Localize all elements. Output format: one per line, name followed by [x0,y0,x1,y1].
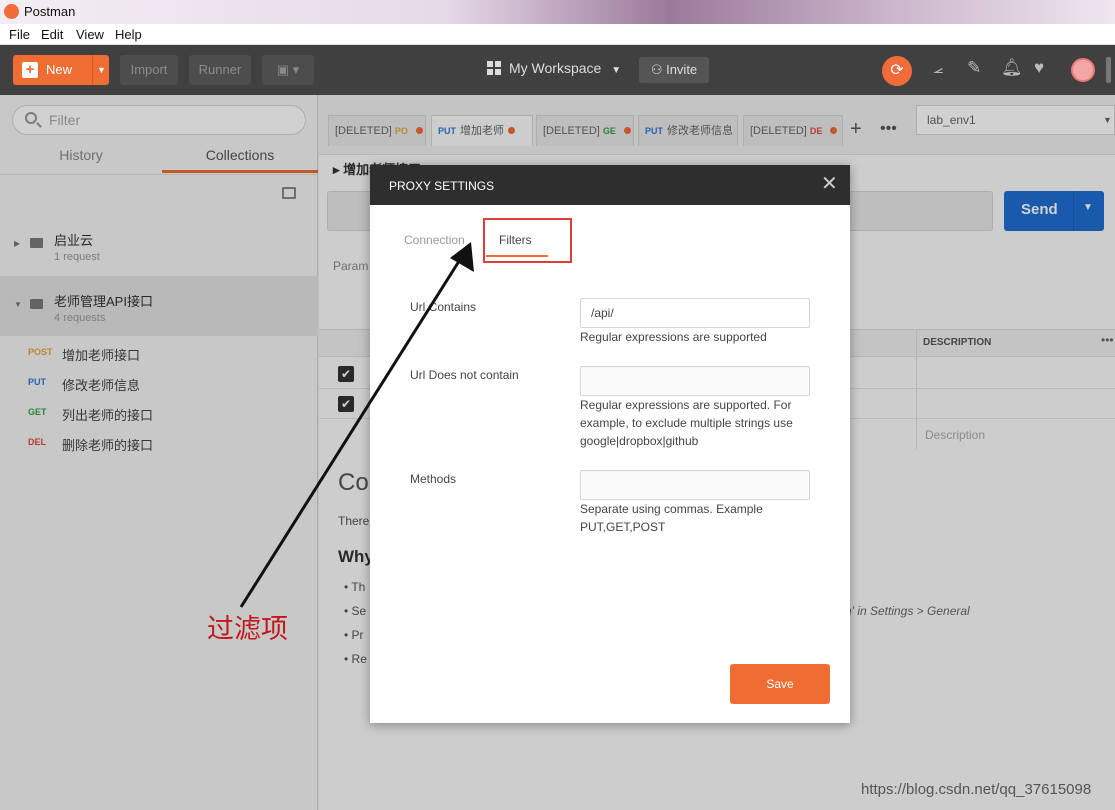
workspace-label: My Workspace [509,60,602,76]
window-plus-icon: ▣ ▾ [276,62,300,77]
close-icon[interactable]: ✕ [821,174,838,194]
save-button[interactable]: Save [730,664,830,704]
url-contains-input[interactable] [580,298,810,328]
workspace-selector[interactable]: My Workspace ▼ [487,60,621,76]
runner-button[interactable]: Runner [189,55,251,85]
scrollbar[interactable] [1106,57,1111,83]
methods-label: Methods [410,472,457,486]
url-contains-help: Regular expressions are supported [580,330,767,344]
annotation-label: 过滤项 [207,614,288,645]
url-not-contain-help: Regular expressions are supported. For e… [580,398,793,448]
new-button[interactable]: + New ▼ [13,55,109,85]
bell-icon[interactable]: 🔔︎ [1001,58,1023,78]
wrench-icon[interactable]: ✎ [967,58,981,78]
window-title: Postman [24,4,76,19]
url-not-contain-label: Url Does not contain [410,368,519,382]
satellite-icon[interactable]: ⦟ [933,58,943,78]
new-window-button[interactable]: ▣ ▾ [262,55,314,85]
grid-icon [487,61,501,75]
window-titlebar: Postman [0,0,1115,24]
proxy-settings-modal: PROXY SETTINGS ✕ Connection Filters Url … [370,165,850,723]
new-button-divider [92,55,93,85]
menu-help[interactable]: Help [115,27,142,42]
add-user-icon: ⚇ [650,62,663,77]
menu-edit[interactable]: Edit [41,27,63,42]
import-button[interactable]: Import [120,55,178,85]
highlight-box [483,218,572,263]
modal-title: PROXY SETTINGS [389,179,495,193]
watermark: https://blog.csdn.net/qq_37615098 [861,781,1092,798]
menu-file[interactable]: File [9,27,30,42]
tab-connection[interactable]: Connection [404,233,465,247]
menu-view[interactable]: View [76,27,104,42]
methods-help: Separate using commas. Example PUT,GET,P… [580,502,763,534]
url-not-contain-input[interactable] [580,366,810,396]
chevron-down-icon[interactable]: ▼ [97,55,106,85]
avatar[interactable] [1071,58,1095,82]
methods-input[interactable] [580,470,810,500]
heart-icon[interactable]: ♥ [1034,58,1044,78]
menu-bar: File Edit View Help [0,24,1115,45]
sync-icon[interactable]: ⟳ [882,56,912,86]
plus-icon: + [22,62,38,78]
chevron-down-icon: ▼ [611,65,622,76]
invite-label: Invite [666,62,698,77]
postman-logo-icon [4,4,19,19]
top-toolbar: + New ▼ Import Runner ▣ ▾ My Workspace ▼… [0,45,1115,95]
invite-button[interactable]: ⚇ Invite [639,57,709,83]
modal-header: PROXY SETTINGS ✕ [370,165,850,205]
url-contains-label: Url Contains [410,300,477,314]
new-button-label: New [46,62,73,77]
